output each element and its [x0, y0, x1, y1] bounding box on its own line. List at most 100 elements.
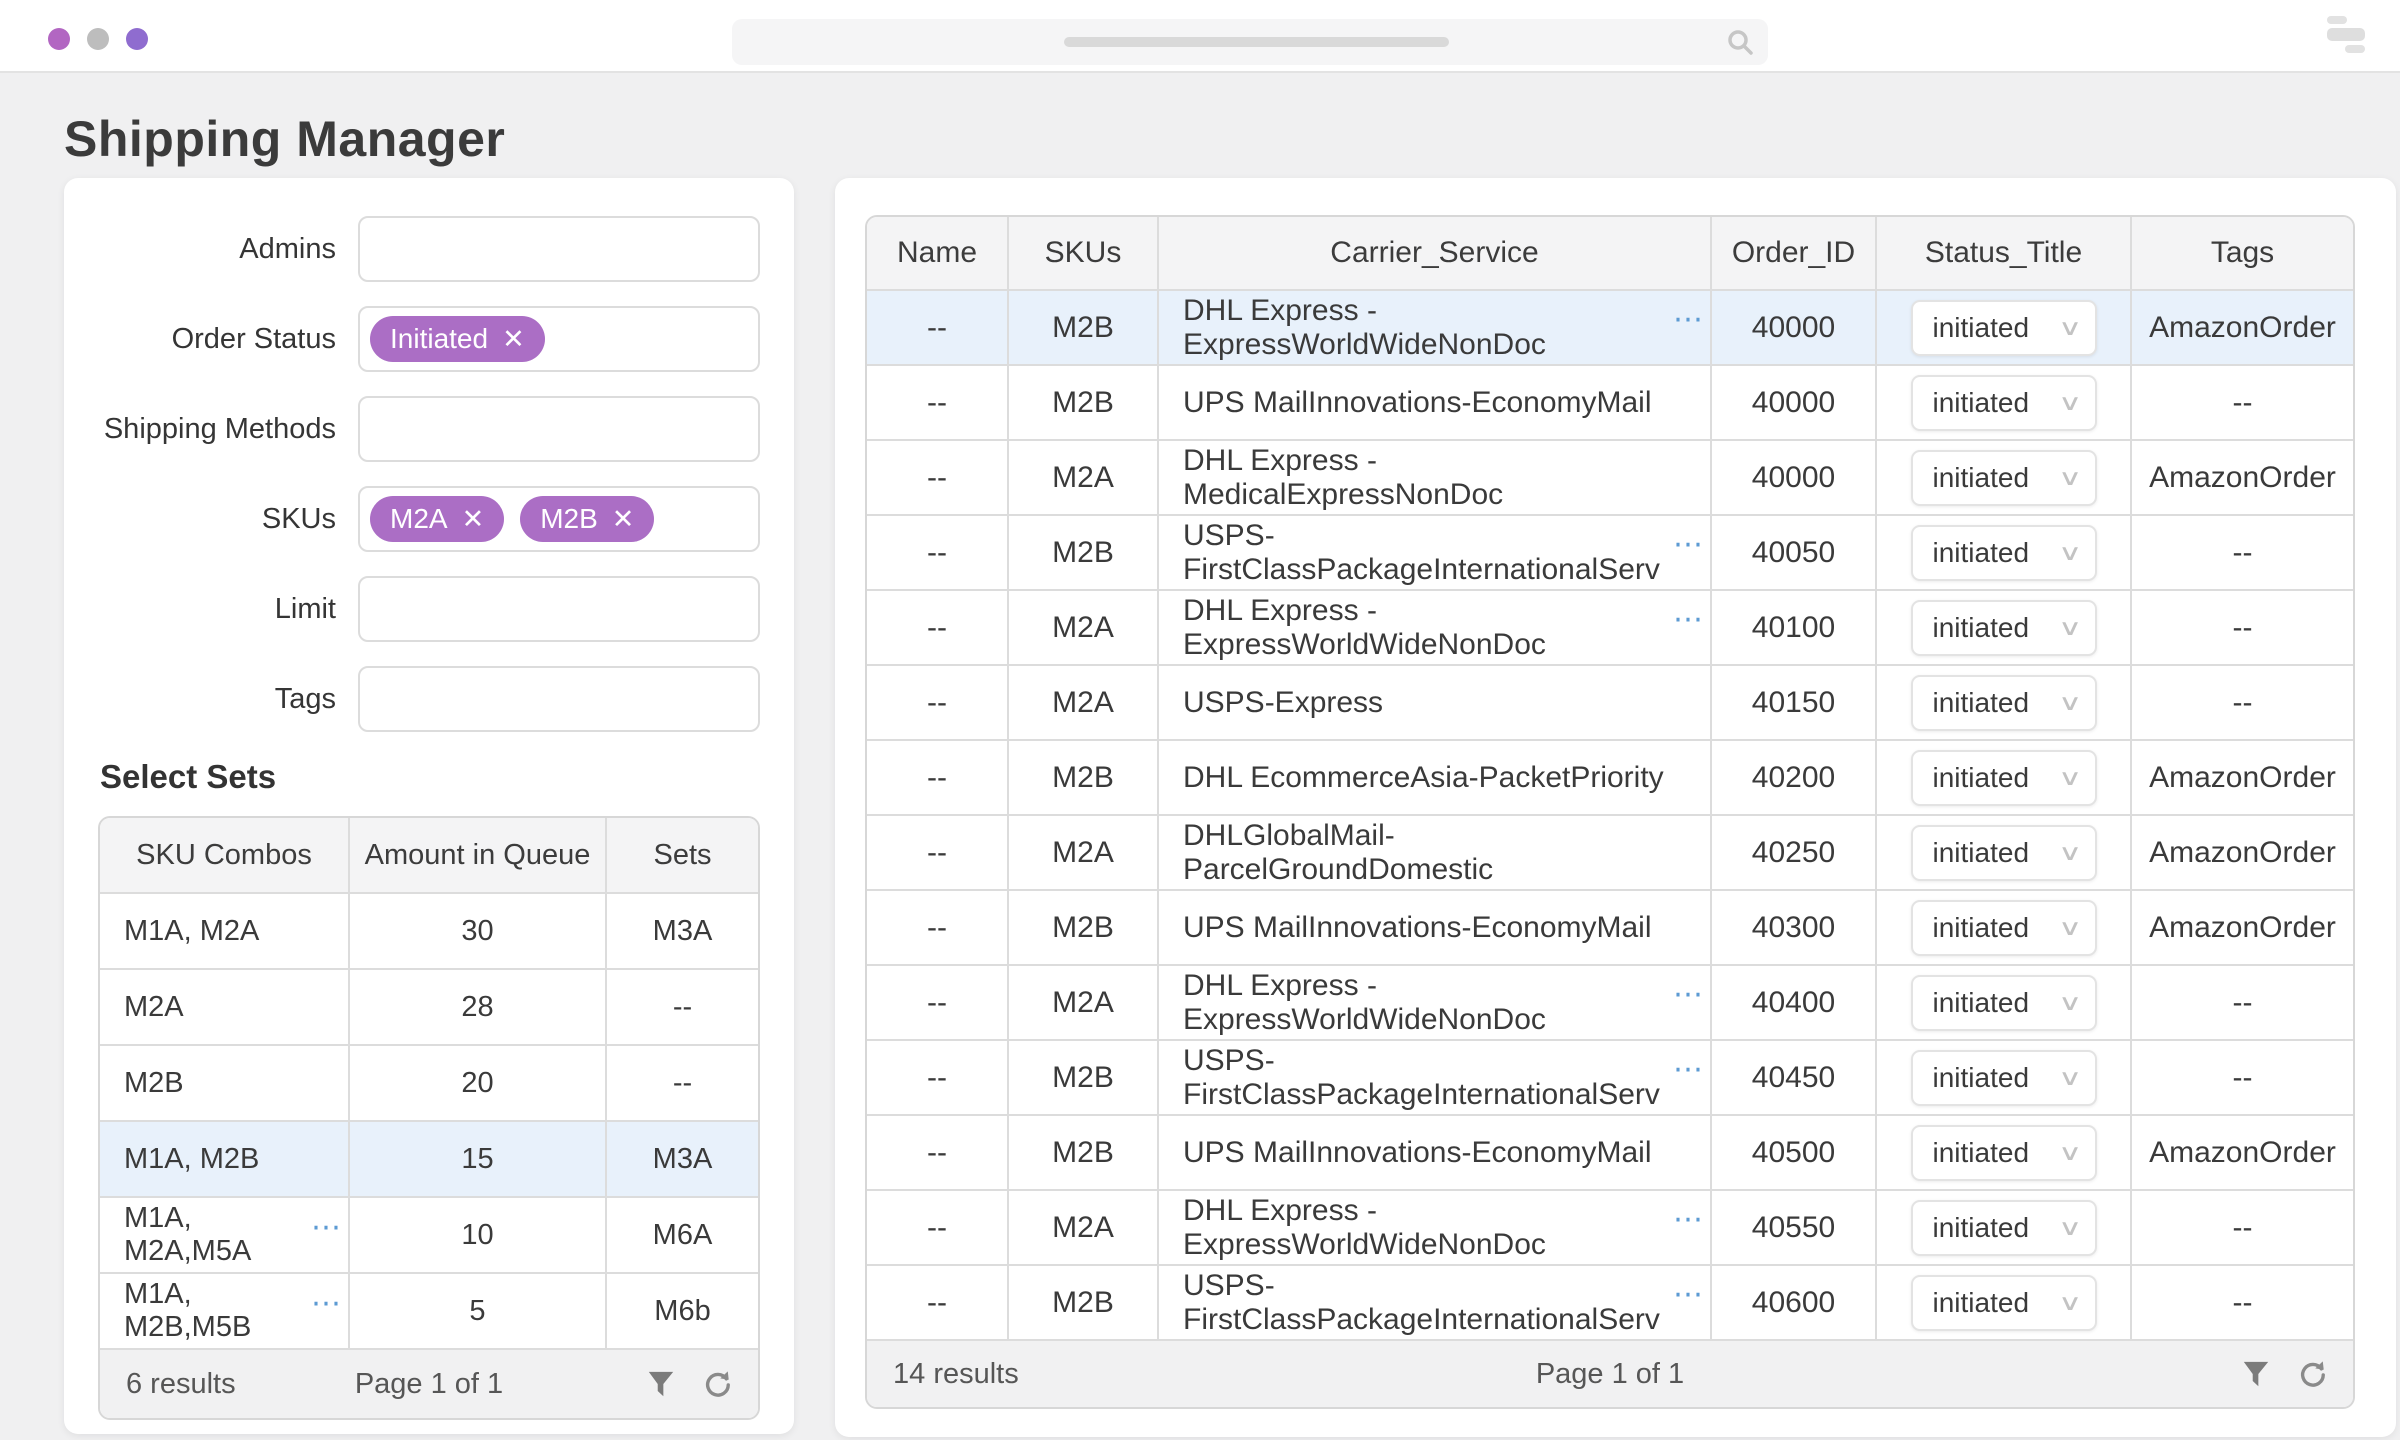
- filter-icon[interactable]: [646, 1369, 676, 1399]
- select-sets-row[interactable]: M2B ⋯ 20 --: [100, 1044, 758, 1120]
- select-sets-row[interactable]: M1A, M2A ⋯ 30 M3A: [100, 892, 758, 968]
- window-dot-close[interactable]: [48, 28, 70, 50]
- chip-label: M2A: [390, 503, 448, 535]
- menu-icon[interactable]: [2327, 16, 2367, 54]
- column-header-name[interactable]: Name: [867, 217, 1009, 289]
- orders-row[interactable]: -- M2B DHL Express - ExpressWorldWideNon…: [867, 289, 2353, 364]
- orders-row[interactable]: -- M2B USPS-FirstClassPackageInternation…: [867, 1039, 2353, 1114]
- filter-input[interactable]: [358, 396, 760, 462]
- status-select[interactable]: initiated ∨: [1911, 900, 2097, 956]
- cell-name: --: [867, 966, 1009, 1039]
- orders-body: -- M2B DHL Express - ExpressWorldWideNon…: [867, 289, 2353, 1339]
- status-select[interactable]: initiated ∨: [1911, 1200, 2097, 1256]
- chip-close-icon[interactable]: ✕: [502, 326, 525, 353]
- orders-row[interactable]: -- M2B UPS MailInnovations-EconomyMail ⋯…: [867, 364, 2353, 439]
- chip-container: Initiated ✕: [370, 316, 545, 362]
- truncation-ellipsis-icon[interactable]: ⋯: [1673, 1277, 1702, 1312]
- chevron-down-icon: ∨: [2058, 690, 2082, 716]
- chevron-down-icon: ∨: [2058, 465, 2082, 491]
- status-select[interactable]: initiated ∨: [1911, 675, 2097, 731]
- orders-row[interactable]: -- M2B UPS MailInnovations-EconomyMail ⋯…: [867, 889, 2353, 964]
- column-header-skus[interactable]: SKUs: [1009, 217, 1159, 289]
- select-sets-row[interactable]: M2A ⋯ 28 --: [100, 968, 758, 1044]
- status-value: initiated: [1933, 837, 2030, 869]
- filters: Admins Order Status Initiated ✕ Shipping…: [98, 216, 760, 732]
- column-header-carrier-service[interactable]: Carrier_Service: [1159, 217, 1712, 289]
- select-sets-row[interactable]: M1A, M2A,M5A ⋯ 10 M6A: [100, 1196, 758, 1272]
- cell-name: --: [867, 441, 1009, 514]
- filter-input[interactable]: M2A ✕ M2B ✕: [358, 486, 760, 552]
- select-sets-row[interactable]: M1A, M2B ⋯ 15 M3A: [100, 1120, 758, 1196]
- orders-row[interactable]: -- M2A DHL Express - ExpressWorldWideNon…: [867, 1189, 2353, 1264]
- truncation-ellipsis-icon[interactable]: ⋯: [1673, 302, 1702, 337]
- window-dot-minimize[interactable]: [87, 28, 109, 50]
- filter-input[interactable]: Initiated ✕: [358, 306, 760, 372]
- chip-close-icon[interactable]: ✕: [462, 506, 485, 533]
- status-select[interactable]: initiated ∨: [1911, 1275, 2097, 1331]
- orders-header: Name SKUs Carrier_Service Order_ID Statu…: [867, 217, 2353, 289]
- status-select[interactable]: initiated ∨: [1911, 600, 2097, 656]
- chip-label: M2B: [540, 503, 598, 535]
- filter-icon[interactable]: [2241, 1359, 2271, 1389]
- chip-close-icon[interactable]: ✕: [612, 506, 635, 533]
- truncation-ellipsis-icon[interactable]: ⋯: [1673, 977, 1702, 1012]
- column-header-tags[interactable]: Tags: [2132, 217, 2353, 289]
- truncation-ellipsis-icon[interactable]: ⋯: [1673, 602, 1702, 637]
- status-select[interactable]: initiated ∨: [1911, 450, 2097, 506]
- filter-chip[interactable]: M2A ✕: [370, 496, 504, 542]
- filter-input[interactable]: [358, 666, 760, 732]
- filter-chip[interactable]: Initiated ✕: [370, 316, 545, 362]
- orders-row[interactable]: -- M2A DHL Express - ExpressWorldWideNon…: [867, 589, 2353, 664]
- truncation-ellipsis-icon[interactable]: ⋯: [1673, 1052, 1702, 1087]
- chevron-down-icon: ∨: [2058, 765, 2082, 791]
- select-sets-row[interactable]: M1A, M2B,M5B ⋯ 5 M6b: [100, 1272, 758, 1348]
- truncation-ellipsis-icon[interactable]: ⋯: [311, 1286, 340, 1321]
- refresh-icon[interactable]: [702, 1369, 732, 1399]
- truncation-ellipsis-icon[interactable]: ⋯: [311, 1210, 340, 1245]
- status-select[interactable]: initiated ∨: [1911, 825, 2097, 881]
- cell-carrier-service: DHL Express - ExpressWorldWideNonDoc ⋯: [1159, 591, 1712, 664]
- cell-sets: --: [607, 1046, 758, 1120]
- cell-skus: M2A: [1009, 591, 1159, 664]
- filter-input[interactable]: [358, 216, 760, 282]
- cell-skus: M2B: [1009, 291, 1159, 364]
- search-icon[interactable]: [1726, 28, 1754, 61]
- status-value: initiated: [1933, 387, 2030, 419]
- cell-order-id: 40100: [1712, 591, 1877, 664]
- orders-row[interactable]: -- M2B DHL EcommerceAsia-PacketPriority …: [867, 739, 2353, 814]
- column-header-status-title[interactable]: Status_Title: [1877, 217, 2132, 289]
- column-header-order-id[interactable]: Order_ID: [1712, 217, 1877, 289]
- column-header-sets[interactable]: Sets: [607, 818, 758, 892]
- status-select[interactable]: initiated ∨: [1911, 1050, 2097, 1106]
- search-input[interactable]: [732, 19, 1768, 65]
- filter-input[interactable]: [358, 576, 760, 642]
- cell-skus: M2B: [1009, 366, 1159, 439]
- cell-status-title: initiated ∨: [1877, 816, 2132, 889]
- status-select[interactable]: initiated ∨: [1911, 750, 2097, 806]
- orders-row[interactable]: -- M2A DHLGlobalMail-ParcelGroundDomesti…: [867, 814, 2353, 889]
- orders-row[interactable]: -- M2B UPS MailInnovations-EconomyMail ⋯…: [867, 1114, 2353, 1189]
- truncation-ellipsis-icon[interactable]: ⋯: [1673, 527, 1702, 562]
- truncation-ellipsis-icon[interactable]: ⋯: [1673, 1202, 1702, 1237]
- column-header-sku-combos[interactable]: SKU Combos: [100, 818, 350, 892]
- filter-chip[interactable]: M2B ✕: [520, 496, 654, 542]
- cell-name: --: [867, 891, 1009, 964]
- orders-row[interactable]: -- M2A DHL Express - MedicalExpressNonDo…: [867, 439, 2353, 514]
- status-select[interactable]: initiated ∨: [1911, 375, 2097, 431]
- status-select[interactable]: initiated ∨: [1911, 300, 2097, 356]
- column-header-amount-in-queue[interactable]: Amount in Queue: [350, 818, 607, 892]
- window-dot-maximize[interactable]: [126, 28, 148, 50]
- orders-row[interactable]: -- M2A DHL Express - ExpressWorldWideNon…: [867, 964, 2353, 1039]
- cell-tags: --: [2132, 1266, 2353, 1339]
- status-select[interactable]: initiated ∨: [1911, 525, 2097, 581]
- cell-status-title: initiated ∨: [1877, 441, 2132, 514]
- orders-row[interactable]: -- M2B USPS-FirstClassPackageInternation…: [867, 514, 2353, 589]
- orders-row[interactable]: -- M2A USPS-Express ⋯ 40150 initiated ∨ …: [867, 664, 2353, 739]
- orders-row[interactable]: -- M2B USPS-FirstClassPackageInternation…: [867, 1264, 2353, 1339]
- status-select[interactable]: initiated ∨: [1911, 975, 2097, 1031]
- cell-skus: M2B: [1009, 891, 1159, 964]
- refresh-icon[interactable]: [2297, 1359, 2327, 1389]
- cell-status-title: initiated ∨: [1877, 966, 2132, 1039]
- cell-amount-in-queue: 5: [350, 1274, 607, 1348]
- status-select[interactable]: initiated ∨: [1911, 1125, 2097, 1181]
